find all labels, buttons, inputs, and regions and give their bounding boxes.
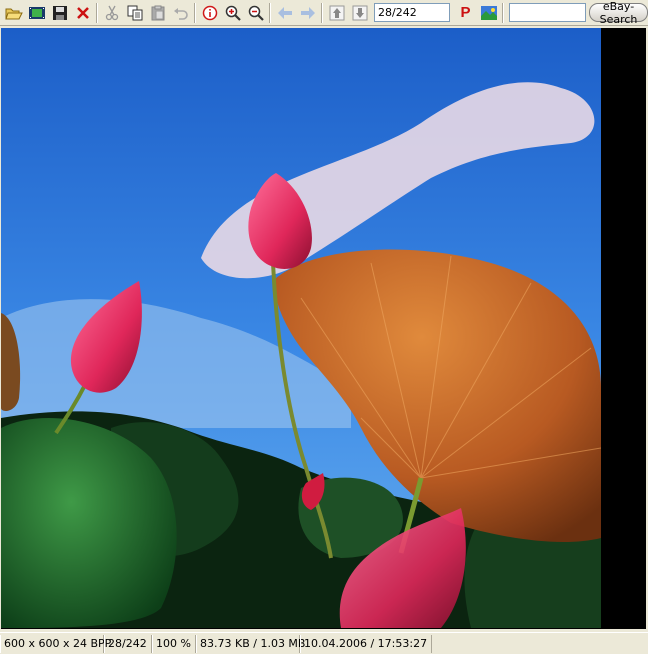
image-viewer[interactable] <box>1 28 646 629</box>
lotus-photo-drawing <box>1 28 601 628</box>
next-button[interactable] <box>296 2 319 24</box>
open-folder-icon <box>4 8 23 19</box>
plugin-button[interactable]: P <box>454 2 477 24</box>
image-edit-icon <box>480 5 497 20</box>
zoom-in-icon <box>225 5 241 21</box>
status-file-size: 83.73 KB / 1.03 MB <box>196 634 305 653</box>
toolbar-separator <box>502 2 504 23</box>
status-zoom: 100 % <box>152 634 196 653</box>
copy-icon <box>127 5 142 20</box>
status-datetime: 10.04.2006 / 17:53:27 <box>300 634 432 653</box>
slideshow-button[interactable] <box>25 2 48 24</box>
first-button[interactable] <box>325 2 348 24</box>
last-button[interactable] <box>348 2 371 24</box>
toolbar-separator <box>194 2 196 23</box>
arrow-left-icon <box>277 6 292 19</box>
previous-button[interactable] <box>273 2 296 24</box>
floppy-disk-icon <box>52 5 67 20</box>
image-counter-input[interactable] <box>374 3 450 22</box>
scissors-icon <box>105 5 118 20</box>
zoom-in-button[interactable] <box>221 2 244 24</box>
zoom-out-button[interactable] <box>244 2 267 24</box>
clipboard-icon <box>151 5 164 20</box>
status-bar: 600 x 600 x 24 BPP 28/242 100 % 83.73 KB… <box>0 632 648 654</box>
p-letter-icon: P <box>460 4 471 21</box>
paste-button[interactable] <box>146 2 169 24</box>
app-window: P eBay-Search <box>0 0 648 654</box>
filmstrip-icon <box>28 6 45 19</box>
arrow-up-icon <box>329 5 344 20</box>
toolbar-separator <box>269 2 271 23</box>
toolbar-separator <box>96 2 98 23</box>
ebay-search-button[interactable]: eBay-Search <box>589 0 648 26</box>
delete-button[interactable] <box>71 2 94 24</box>
undo-arrow-icon <box>173 7 188 20</box>
save-button[interactable] <box>48 2 71 24</box>
toolbar-separator <box>321 2 323 23</box>
info-circle-icon <box>202 5 217 20</box>
arrow-right-icon <box>300 6 315 19</box>
lotus-photo <box>1 28 601 628</box>
open-folder-button[interactable] <box>2 2 25 24</box>
status-dimensions: 600 x 600 x 24 BPP <box>0 634 111 653</box>
status-position: 28/242 <box>104 634 152 653</box>
cut-button[interactable] <box>100 2 123 24</box>
copy-button[interactable] <box>123 2 146 24</box>
search-input[interactable] <box>509 3 586 22</box>
red-x-icon <box>76 6 89 19</box>
zoom-out-icon <box>248 5 264 21</box>
toolbar: P eBay-Search <box>0 0 648 26</box>
arrow-down-icon <box>352 5 367 20</box>
undo-button[interactable] <box>169 2 192 24</box>
info-button[interactable] <box>198 2 221 24</box>
edit-image-button[interactable] <box>477 2 500 24</box>
